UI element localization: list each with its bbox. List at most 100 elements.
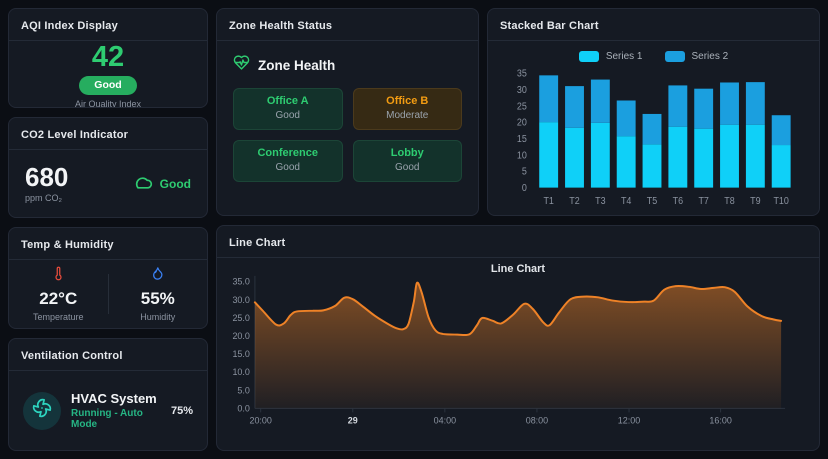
humidity-label: Humidity xyxy=(140,312,175,322)
svg-text:5.0: 5.0 xyxy=(237,385,249,395)
hvac-info: HVAC System Running - Auto Mode xyxy=(71,391,161,430)
fan-icon xyxy=(32,398,52,423)
co2-status-text: Good xyxy=(160,177,191,191)
co2-card-header: CO2 Level Indicator xyxy=(9,118,207,150)
line-chart-card-title: Line Chart xyxy=(229,237,285,249)
svg-text:T1: T1 xyxy=(543,195,553,207)
svg-text:T2: T2 xyxy=(569,195,579,207)
svg-text:29: 29 xyxy=(348,415,358,425)
zone-grid: Office A Good Office B Moderate Conferen… xyxy=(233,88,462,182)
co2-card-body: 680 ppm CO₂ Good xyxy=(9,150,207,217)
zone-tile-conference: Conference Good xyxy=(233,140,343,182)
zone-health-card-header: Zone Health Status xyxy=(217,9,478,41)
line-chart: Line Chart 0.0 5.0 10.0 15.0 20.0 25.0 30.0 35.0… xyxy=(227,260,809,448)
legend-item[interactable]: Series 2 xyxy=(665,51,729,62)
svg-text:08:00: 08:00 xyxy=(526,415,548,425)
co2-card-title: CO2 Level Indicator xyxy=(21,129,128,141)
temperature-block: 22°C Temperature xyxy=(9,266,108,322)
svg-text:15.0: 15.0 xyxy=(232,349,249,359)
top-row: Zone Health Status Zone Health Office A … xyxy=(216,8,820,216)
climate-card-body: 22°C Temperature 55% Humidity xyxy=(9,260,207,328)
svg-text:Line Chart: Line Chart xyxy=(491,263,545,275)
hvac-status: Running - Auto Mode xyxy=(71,408,161,430)
zone-health-card-title: Zone Health Status xyxy=(229,20,332,32)
svg-text:25.0: 25.0 xyxy=(232,313,249,323)
ventilation-card-body: HVAC System Running - Auto Mode 75% xyxy=(9,371,207,450)
svg-text:T10: T10 xyxy=(773,195,789,207)
zone-tile-office-b: Office B Moderate xyxy=(353,88,463,130)
zone-tile-office-a: Office A Good xyxy=(233,88,343,130)
climate-card-header: Temp & Humidity xyxy=(9,228,207,260)
climate-card: Temp & Humidity 22°C Temperature 55% Hum xyxy=(8,227,208,329)
hvac-name: HVAC System xyxy=(71,391,161,406)
climate-card-title: Temp & Humidity xyxy=(21,239,114,251)
svg-text:30.0: 30.0 xyxy=(232,295,249,305)
co2-value: 680 xyxy=(25,164,68,191)
stacked-bar-card: Stacked Bar Chart Series 1Series 2 05101… xyxy=(487,8,820,216)
aqi-caption: Air Quality Index xyxy=(75,99,141,108)
stacked-bar-chart: 05101520253035T1T2T3T4T5T6T7T8T9T10 xyxy=(498,66,809,211)
aqi-card: AQI Index Display 42 Good Air Quality In… xyxy=(8,8,208,108)
zone-health-heading: Zone Health xyxy=(258,58,335,73)
svg-text:35: 35 xyxy=(517,68,527,80)
aqi-card-header: AQI Index Display xyxy=(9,9,207,41)
zone-tile-lobby: Lobby Good xyxy=(353,140,463,182)
main-column: Zone Health Status Zone Health Office A … xyxy=(216,8,820,451)
svg-text:T5: T5 xyxy=(647,195,658,207)
thermometer-icon xyxy=(51,266,66,286)
svg-text:T7: T7 xyxy=(698,195,708,207)
zone-name: Conference xyxy=(238,147,338,159)
fan-badge xyxy=(23,392,61,430)
humidity-value: 55% xyxy=(141,289,175,309)
svg-text:20: 20 xyxy=(517,117,527,129)
zone-health-body: Zone Health Office A Good Office B Moder… xyxy=(217,41,478,215)
legend-label: Series 2 xyxy=(692,51,729,62)
zone-health-card: Zone Health Status Zone Health Office A … xyxy=(216,8,479,216)
svg-text:04:00: 04:00 xyxy=(434,415,456,425)
aqi-card-body: 42 Good Air Quality Index xyxy=(9,41,207,108)
svg-text:20:00: 20:00 xyxy=(249,415,271,425)
legend-item[interactable]: Series 1 xyxy=(579,51,643,62)
svg-text:16:00: 16:00 xyxy=(709,415,731,425)
svg-text:35.0: 35.0 xyxy=(232,277,249,287)
svg-text:T6: T6 xyxy=(673,195,683,207)
aqi-value: 42 xyxy=(92,43,124,72)
line-chart-body: Line Chart 0.0 5.0 10.0 15.0 20.0 25.0 30.0 35.0… xyxy=(217,258,819,450)
droplet-icon xyxy=(150,266,165,286)
zone-status: Good xyxy=(238,162,338,173)
svg-text:T3: T3 xyxy=(595,195,605,207)
temperature-value: 22°C xyxy=(39,289,77,309)
legend-swatch xyxy=(665,51,685,62)
zone-name: Office A xyxy=(238,95,338,107)
zone-status: Good xyxy=(358,162,458,173)
zone-status: Good xyxy=(238,110,338,121)
zone-name: Office B xyxy=(358,95,458,107)
line-chart-card-header: Line Chart xyxy=(217,226,819,258)
svg-text:20.0: 20.0 xyxy=(232,331,249,341)
ventilation-card: Ventilation Control HVAC System Running … xyxy=(8,338,208,451)
co2-status: Good xyxy=(133,172,191,195)
co2-reading: 680 ppm CO₂ xyxy=(25,164,68,203)
co2-unit: ppm CO₂ xyxy=(25,193,68,203)
svg-text:30: 30 xyxy=(517,84,527,96)
line-chart-card: Line Chart Line Chart 0.0 5.0 10.0 15.0 20.0 2… xyxy=(216,225,820,451)
svg-text:0: 0 xyxy=(522,182,527,194)
stacked-bar-body: Series 1Series 2 05101520253035T1T2T3T4T… xyxy=(488,41,819,215)
zone-status: Moderate xyxy=(358,110,458,121)
svg-text:T9: T9 xyxy=(750,195,760,207)
svg-text:25: 25 xyxy=(517,101,527,113)
svg-text:10.0: 10.0 xyxy=(232,367,249,377)
bar-chart-legend: Series 1 Series 2 xyxy=(498,51,809,62)
legend-label: Series 1 xyxy=(606,51,643,62)
aqi-status-badge: Good xyxy=(79,76,136,95)
ventilation-card-header: Ventilation Control xyxy=(9,339,207,371)
stacked-bar-card-title: Stacked Bar Chart xyxy=(500,20,599,32)
left-column: AQI Index Display 42 Good Air Quality In… xyxy=(8,8,208,451)
dashboard: AQI Index Display 42 Good Air Quality In… xyxy=(0,0,828,459)
svg-text:T8: T8 xyxy=(724,195,734,207)
svg-text:5: 5 xyxy=(522,166,527,178)
co2-card: CO2 Level Indicator 680 ppm CO₂ Good xyxy=(8,117,208,218)
svg-text:0.0: 0.0 xyxy=(237,403,249,413)
humidity-block: 55% Humidity xyxy=(109,266,208,322)
svg-text:T4: T4 xyxy=(621,195,632,207)
